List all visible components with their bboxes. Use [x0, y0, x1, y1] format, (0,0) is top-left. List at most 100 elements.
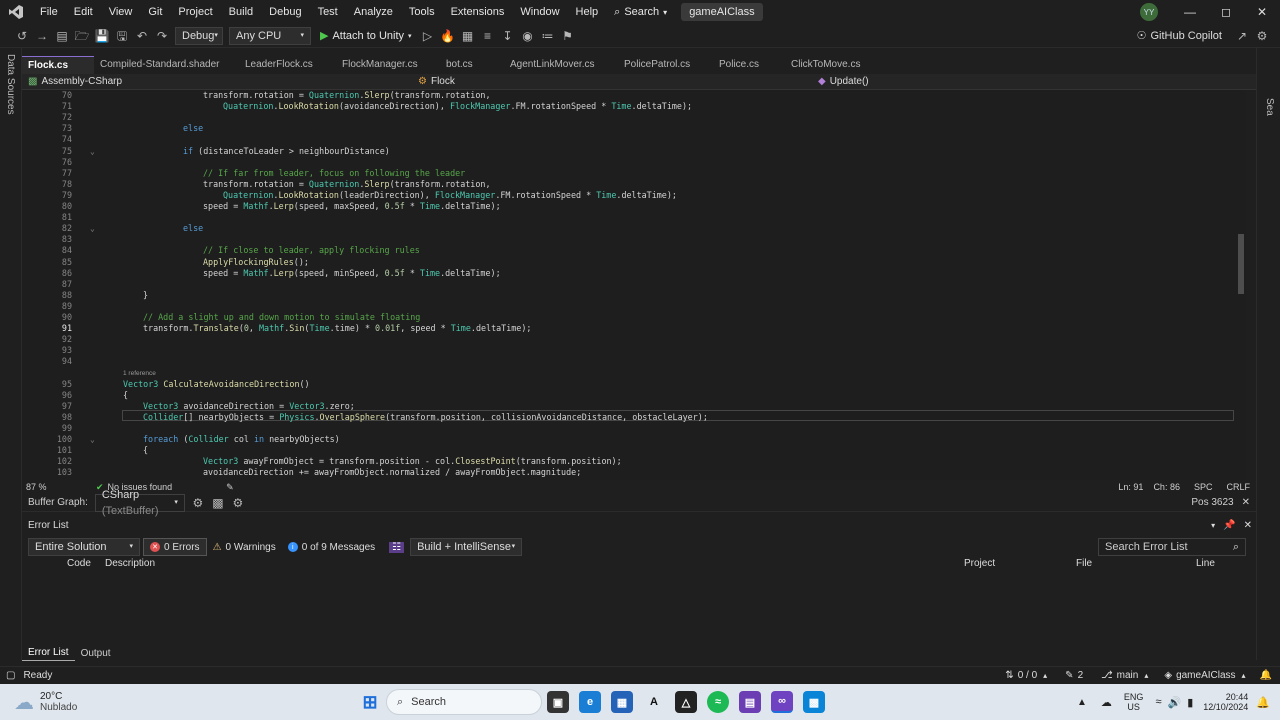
code-line[interactable]: 91 transform.Translate(0, Mathf.Sin(Time.…: [22, 323, 1246, 334]
close-window-button[interactable]: ✕: [1244, 0, 1280, 24]
visual-studio-icon[interactable]: ∞: [771, 691, 793, 713]
git-sync-status[interactable]: 0 / 0: [1018, 670, 1037, 681]
export-icon[interactable]: ⚙: [228, 492, 248, 514]
code-line[interactable]: 96 {: [22, 390, 1246, 401]
chevron-up-icon[interactable]: ▴: [1144, 671, 1148, 680]
zoom-icon[interactable]: ▩: [208, 492, 228, 514]
tab-output[interactable]: Output: [75, 647, 117, 661]
scrollbar-thumb[interactable]: [1238, 234, 1244, 294]
pin-icon[interactable]: 📌: [1223, 518, 1235, 534]
column-code[interactable]: Code: [67, 558, 91, 569]
store-icon[interactable]: ▦: [611, 691, 633, 713]
code-line[interactable]: 98 Collider[] nearbyObjects = Physics.Ove…: [22, 412, 1246, 423]
tab-compiled-standard-shader[interactable]: Compiled-Standard.shader: [94, 56, 239, 74]
code-line[interactable]: 78 transform.rotation = Quaternion.Slerp(…: [22, 179, 1246, 190]
ai-app-icon[interactable]: A: [643, 691, 665, 713]
codelens-references[interactable]: 1 reference: [123, 368, 156, 379]
chevron-up-icon[interactable]: ▴: [1242, 671, 1246, 680]
code-line[interactable]: 89: [22, 301, 1246, 312]
fold-chevron-icon[interactable]: ⌄: [90, 434, 95, 445]
menu-help[interactable]: Help: [568, 0, 607, 24]
code-line[interactable]: 93: [22, 345, 1246, 356]
pending-edits[interactable]: 2: [1078, 670, 1084, 681]
comment-icon[interactable]: ≔: [538, 25, 558, 47]
tab-error-list[interactable]: Error List: [22, 646, 75, 661]
new-item-icon[interactable]: ▤: [52, 25, 72, 47]
bookmark-icon[interactable]: ⚑: [558, 25, 578, 47]
column-number[interactable]: Ch: 86: [1153, 482, 1180, 492]
column-description[interactable]: Description: [105, 558, 155, 569]
task-view-icon[interactable]: ▣: [547, 691, 569, 713]
code-line[interactable]: 1 reference: [22, 368, 1246, 379]
code-line[interactable]: 72: [22, 112, 1246, 123]
solution-name[interactable]: gameAIClass: [681, 3, 763, 21]
code-line[interactable]: 102 Vector3 awayFromObject = transform.po…: [22, 456, 1246, 467]
messages-filter[interactable]: i 0 of 9 Messages: [282, 538, 381, 556]
code-line[interactable]: 81: [22, 212, 1246, 223]
battery-icon[interactable]: ▮: [1187, 696, 1193, 709]
search-side-tab[interactable]: Sea: [1264, 98, 1275, 116]
close-icon[interactable]: ✕: [1242, 497, 1250, 508]
column-file[interactable]: File: [1076, 558, 1092, 569]
menu-edit[interactable]: Edit: [66, 0, 101, 24]
taskbar-search[interactable]: ⌕ Search: [386, 689, 542, 715]
code-line[interactable]: 73 else: [22, 123, 1246, 134]
unity-icon[interactable]: △: [675, 691, 697, 713]
class-dropdown[interactable]: ⚙ Flock: [412, 74, 812, 90]
menu-file[interactable]: File: [32, 0, 66, 24]
menu-git[interactable]: Git: [140, 0, 170, 24]
notifications-icon[interactable]: 🔔: [1260, 670, 1272, 681]
member-dropdown[interactable]: ◆ Update(): [812, 74, 875, 90]
menu-view[interactable]: View: [101, 0, 141, 24]
language-indicator[interactable]: ENG US: [1124, 692, 1144, 712]
save-all-icon[interactable]: 🖫: [112, 25, 132, 47]
volume-icon[interactable]: 🔊: [1167, 696, 1181, 709]
git-branch[interactable]: main: [1117, 670, 1139, 681]
menu-tools[interactable]: Tools: [401, 0, 443, 24]
save-icon[interactable]: 💾: [92, 25, 112, 47]
format-icon[interactable]: ≡: [478, 25, 498, 47]
menu-build[interactable]: Build: [221, 0, 261, 24]
scope-dropdown[interactable]: Entire Solution ▾: [28, 538, 140, 556]
code-line[interactable]: 100 ⌄ foreach (Collider col in nearbyObjec…: [22, 434, 1246, 445]
code-line[interactable]: 70 transform.rotation = Quaternion.Slerp(…: [22, 90, 1246, 101]
close-icon[interactable]: ✕: [1244, 518, 1252, 534]
github-copilot-button[interactable]: ☉ GitHub Copilot: [1137, 29, 1222, 43]
weather-widget[interactable]: ☁ 20°C Nublado: [14, 690, 354, 715]
search-error-list-input[interactable]: Search Error List ⌕: [1098, 538, 1246, 556]
configuration-dropdown[interactable]: Debug ▾: [175, 26, 223, 45]
code-line[interactable]: 88}: [22, 290, 1246, 301]
edge-icon[interactable]: e: [579, 691, 601, 713]
menu-project[interactable]: Project: [170, 0, 220, 24]
code-line[interactable]: 94: [22, 356, 1246, 367]
fold-chevron-icon[interactable]: ⌄: [90, 223, 95, 234]
data-sources-tab[interactable]: Data Sources: [5, 54, 16, 115]
project-dropdown[interactable]: ▩ Assembly-CSharp: [22, 74, 412, 90]
filter-icon[interactable]: ☷: [389, 541, 405, 553]
code-line[interactable]: 84 // If close to leader, apply flocking …: [22, 245, 1246, 256]
chevron-up-icon[interactable]: ▴: [1043, 671, 1047, 680]
share-icon[interactable]: ↗: [1232, 25, 1252, 47]
line-ending[interactable]: CRLF: [1226, 482, 1250, 492]
back-icon[interactable]: ↺: [12, 25, 32, 47]
clock[interactable]: 20:44 12/10/2024: [1203, 692, 1248, 712]
undo-icon[interactable]: ↶: [132, 25, 152, 47]
code-line[interactable]: 101 {: [22, 445, 1246, 456]
notification-bell-icon[interactable]: 🔔: [1256, 696, 1270, 709]
code-line[interactable]: 83: [22, 234, 1246, 245]
platform-dropdown[interactable]: Any CPU ▾: [229, 26, 311, 45]
wifi-icon[interactable]: ≈: [1155, 696, 1161, 708]
menu-window[interactable]: Window: [512, 0, 567, 24]
code-line[interactable]: 76: [22, 157, 1246, 168]
tab-policepatrol-cs[interactable]: PolicePatrol.cs: [618, 56, 713, 74]
redo-icon[interactable]: ↷: [152, 25, 172, 47]
menu-analyze[interactable]: Analyze: [346, 0, 401, 24]
start-button[interactable]: ⊞: [359, 691, 381, 713]
tab-bot-cs[interactable]: bot.cs: [440, 56, 504, 74]
indentation-mode[interactable]: SPC: [1194, 482, 1213, 492]
onedrive-icon[interactable]: ☁: [1101, 696, 1112, 709]
buffer-graph-dropdown[interactable]: CSharp (TextBuffer) ▾: [94, 489, 185, 517]
breakpoint-icon[interactable]: ◉: [518, 25, 538, 47]
repository-name[interactable]: gameAIClass: [1176, 670, 1235, 681]
solution-explorer-icon[interactable]: ▦: [458, 25, 478, 47]
